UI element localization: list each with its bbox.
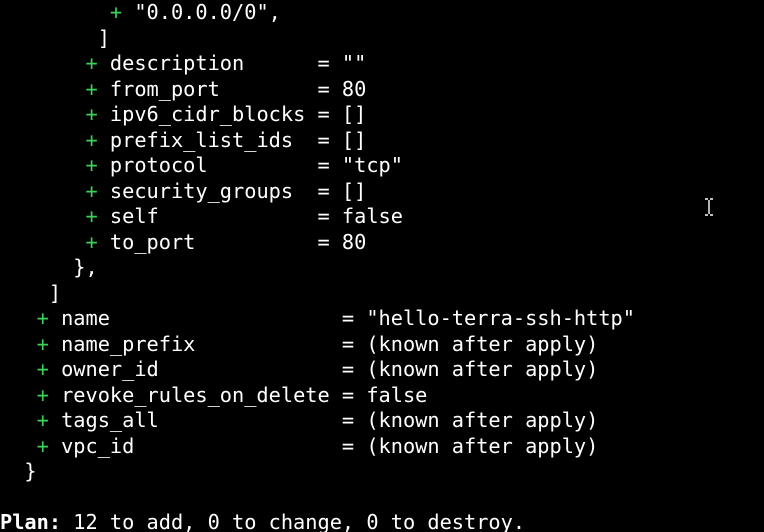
terminal-window[interactable]: + "0.0.0.0/0", ] + description = "" + fr… [0,0,764,532]
plus-marker: + [85,204,98,228]
line-text: }, [73,255,98,279]
terminal-line: + from_port = 80 [0,77,366,103]
terminal-line: + security_groups = [] [0,179,366,205]
plus-marker: + [36,408,49,432]
line-text: security_groups = [] [97,178,367,203]
plus-marker: + [85,178,98,203]
line-text: vpc_id = (known after apply) [48,433,599,458]
line-text: ipv6_cidr_blocks = [] [97,102,367,126]
terminal-line: + ipv6_cidr_blocks = [] [0,102,366,128]
line-text: from_port = 80 [97,76,367,101]
line-text: ] [48,280,62,305]
line-text: tags_all = (known after apply) [48,408,599,432]
line-text: name = "hello-terra-ssh-http" [48,306,635,330]
plus-marker: + [85,127,98,152]
terminal-line: ] [0,26,110,52]
line-text: } [24,459,37,483]
plus-marker: + [85,229,98,254]
line-text: to_port = 80 [97,229,367,254]
line-text: revoke_rules_on_delete = false [48,382,428,407]
line-text: name_prefix = (known after apply) [48,331,599,356]
terminal-line: + to_port = 80 [0,230,366,256]
terminal-line: + protocol = "tcp" [0,153,403,179]
plus-marker: + [85,51,98,75]
terminal-line: + owner_id = (known after apply) [0,357,599,383]
plan-label: Plan: [0,510,62,532]
plus-marker: + [85,153,98,177]
plus-marker: + [36,331,49,356]
terminal-line: + name = "hello-terra-ssh-http" [0,306,635,332]
terminal-line: + prefix_list_ids = [] [0,128,366,154]
plus-marker: + [36,433,49,458]
plus-marker: + [85,76,98,101]
line-text: protocol = "tcp" [97,153,403,177]
terminal-line: + description = "" [0,51,366,77]
terminal-line: + name_prefix = (known after apply) [0,331,599,358]
i-beam-cursor-icon [705,198,713,216]
plan-summary-line: Plan: 12 to add, 0 to change, 0 to destr… [0,510,525,532]
plus-marker: + [109,0,123,24]
line-text: ] [97,25,110,50]
plus-marker: + [85,102,98,126]
line-text: description = "" [97,51,367,75]
line-text: "0.0.0.0/0", [122,0,281,24]
plan-summary-text: 12 to add, 0 to change, 0 to destroy. [61,510,526,532]
terminal-line: + self = false [0,204,403,230]
terminal-line: + "0.0.0.0/0", [0,0,281,26]
terminal-line: }, [0,255,98,281]
line-text: self = false [97,204,403,228]
plus-marker: + [36,382,49,407]
terminal-line: + vpc_id = (known after apply) [0,433,599,460]
terminal-line: ] [0,281,61,307]
line-text: owner_id = (known after apply) [48,357,599,381]
terminal-line: } [0,459,37,485]
line-text: prefix_list_ids = [] [97,127,367,152]
plus-marker: + [36,357,49,381]
terminal-line: + tags_all = (known after apply) [0,408,599,434]
plus-marker: + [36,306,49,330]
terminal-line: + revoke_rules_on_delete = false [0,382,428,409]
